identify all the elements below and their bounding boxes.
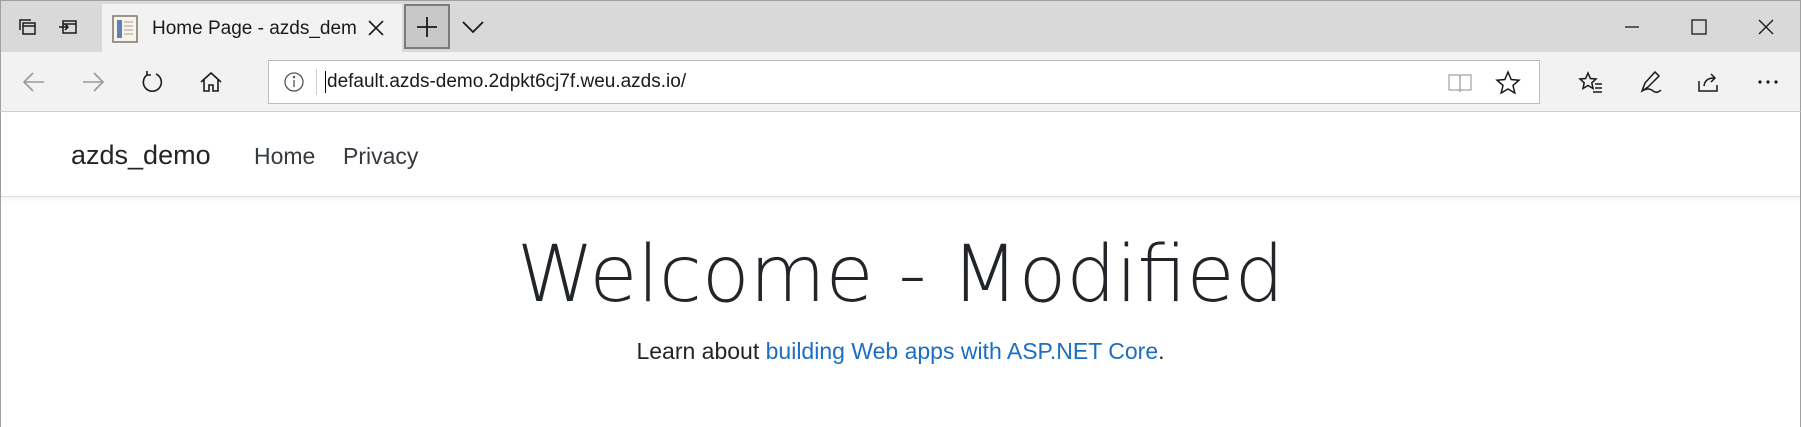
lead-prefix: Learn about — [636, 338, 766, 364]
plus-icon — [417, 16, 437, 37]
lead-suffix: . — [1158, 338, 1165, 364]
aspnet-docs-link[interactable]: building Web apps with ASP.NET Core — [766, 338, 1159, 364]
back-button[interactable] — [10, 60, 58, 104]
url-input[interactable]: default.azds-demo.2dpkt6cj7f.weu.azds.io… — [325, 71, 686, 93]
brand-link[interactable]: azds_demo — [71, 140, 211, 171]
chevron-down-icon[interactable] — [459, 15, 487, 39]
address-separator — [316, 69, 317, 95]
notes-button[interactable] — [1626, 60, 1674, 104]
home-button[interactable] — [187, 60, 235, 104]
lead-paragraph: Learn about building Web apps with ASP.N… — [1, 338, 1800, 365]
close-icon[interactable] — [366, 18, 386, 38]
star-icon[interactable] — [1495, 70, 1521, 96]
tab-title: Home Page - azds_dem — [152, 17, 357, 39]
forward-arrow-icon — [83, 72, 105, 92]
minimize-icon — [1625, 26, 1639, 28]
set-aside-tabs-button[interactable] — [41, 1, 95, 53]
page-favicon-icon — [112, 14, 138, 43]
pen-icon — [1640, 70, 1662, 94]
maximize-button[interactable] — [1664, 1, 1734, 53]
info-icon[interactable] — [283, 71, 305, 93]
nav-link-home[interactable]: Home — [254, 143, 315, 170]
page-heading: Welcome - Modified — [516, 230, 1285, 320]
favorites-icon — [1578, 71, 1602, 93]
share-icon — [1698, 73, 1718, 92]
minimize-button[interactable] — [1597, 1, 1667, 53]
title-bar: Home Page - azds_dem — [0, 0, 1801, 53]
reading-view-icon[interactable] — [1447, 71, 1473, 95]
set-aside-tabs-icon — [59, 20, 77, 34]
share-button[interactable] — [1685, 60, 1733, 104]
forward-button[interactable] — [69, 60, 117, 104]
address-bar[interactable]: default.azds-demo.2dpkt6cj7f.weu.azds.io… — [268, 60, 1540, 104]
more-button[interactable] — [1744, 60, 1792, 104]
favorites-button[interactable] — [1567, 60, 1615, 104]
home-icon — [200, 71, 222, 92]
active-tab[interactable]: Home Page - azds_dem — [102, 4, 402, 53]
web-page: azds_demo Home Privacy Welcome - Modifie… — [0, 112, 1801, 427]
close-window-button[interactable] — [1731, 1, 1801, 53]
maximize-icon — [1691, 19, 1707, 35]
close-window-icon — [1758, 19, 1774, 35]
more-icon — [1758, 80, 1778, 84]
tab-groups-icon — [19, 19, 36, 35]
nav-link-privacy[interactable]: Privacy — [343, 143, 418, 170]
refresh-button[interactable] — [128, 60, 176, 104]
back-arrow-icon — [22, 72, 44, 92]
navigation-bar: default.azds-demo.2dpkt6cj7f.weu.azds.io… — [0, 52, 1801, 112]
refresh-icon — [142, 71, 163, 93]
new-tab-button[interactable] — [404, 4, 450, 49]
site-header: azds_demo Home Privacy — [1, 112, 1800, 197]
